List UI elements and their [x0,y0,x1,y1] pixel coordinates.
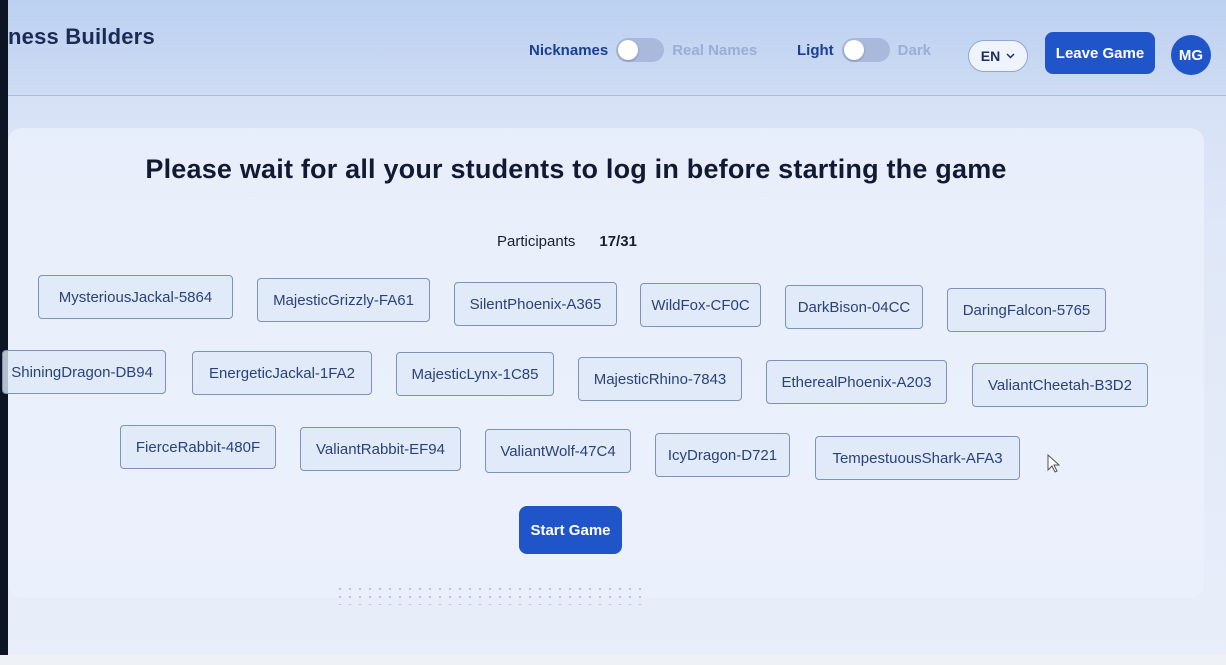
decorative-dots [335,585,645,605]
language-select[interactable]: EN [968,40,1028,72]
chevron-down-icon [1006,53,1015,59]
student-chip[interactable]: ValiantCheetah-B3D2 [972,363,1148,407]
screen-bezel [0,0,8,665]
mouse-cursor-icon [1047,454,1061,473]
participants-count: 17/31 [599,233,637,250]
student-chip[interactable]: MajesticLynx-1C85 [396,352,554,396]
participants-counter: Participants 17/31 [497,233,637,250]
student-chip[interactable]: EnergeticJackal-1FA2 [192,351,372,395]
real-names-label: Real Names [672,41,758,59]
dark-label: Dark [897,41,932,59]
student-chip[interactable]: MysteriousJackal-5864 [38,275,233,319]
student-chip[interactable]: FierceRabbit-480F [120,425,276,469]
student-chip[interactable]: DarkBison-04CC [785,285,923,329]
language-value: EN [980,48,1001,64]
screen-bottom-edge [0,655,1226,665]
top-bar: ness Builders Nicknames Real Names Light… [8,0,1226,96]
theme-toggle-group: Light Dark [797,38,931,62]
participants-label: Participants [497,233,576,250]
theme-toggle-switch[interactable] [841,38,890,62]
student-chip[interactable]: EtherealPhoenix-A203 [766,360,947,404]
nicknames-label: Nicknames [529,41,609,59]
names-toggle-group: Nicknames Real Names [529,38,757,62]
student-chip[interactable]: ShiningDragon-DB94 [2,350,166,394]
student-chip[interactable]: MajesticGrizzly-FA61 [257,278,430,322]
student-chip[interactable]: MajesticRhino-7843 [578,357,742,401]
student-chip[interactable]: IcyDragon-D721 [655,433,790,477]
leave-game-button[interactable]: Leave Game [1045,32,1155,74]
start-game-button[interactable]: Start Game [519,506,622,554]
student-chip[interactable]: ValiantRabbit-EF94 [300,427,461,471]
student-chip[interactable]: ValiantWolf-47C4 [485,429,631,473]
user-avatar[interactable]: MG [1171,35,1211,75]
light-label: Light [797,41,834,59]
page-title: Please wait for all your students to log… [145,154,1007,184]
names-toggle-switch[interactable] [616,38,665,62]
student-chip[interactable]: DaringFalcon-5765 [947,288,1106,332]
student-chip[interactable]: TempestuousShark-AFA3 [815,436,1020,480]
student-chip[interactable]: WildFox-CF0C [640,283,761,327]
app-brand: ness Builders [8,24,155,49]
student-chip[interactable]: SilentPhoenix-A365 [454,282,617,326]
